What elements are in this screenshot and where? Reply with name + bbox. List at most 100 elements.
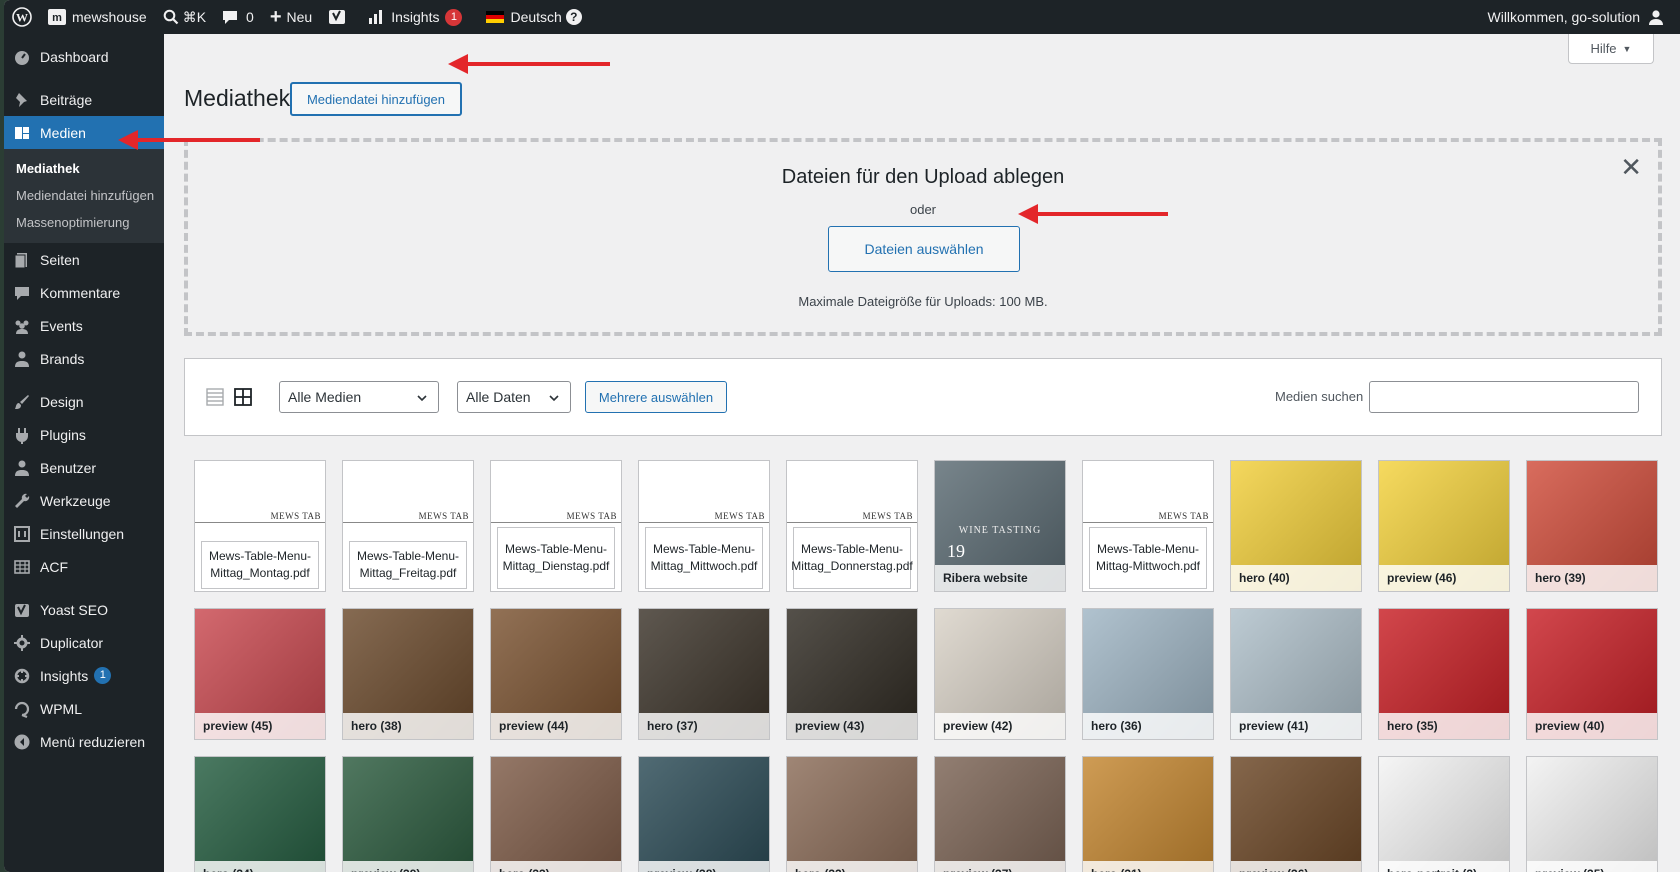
media-item[interactable]: hero (35)	[1378, 608, 1510, 740]
media-item[interactable]: preview (40)	[1526, 608, 1658, 740]
media-item[interactable]: MEWS TAB Mews-Table-Menu-Mittag_Dienstag…	[490, 460, 622, 592]
media-item-title: hero (37)	[639, 713, 769, 739]
sidebar-item-insights[interactable]: Insights 1	[4, 659, 164, 692]
add-media-button[interactable]: Mediendatei hinzufügen	[290, 82, 462, 116]
media-item[interactable]: preview (39)	[342, 756, 474, 872]
select-files-button[interactable]: Dateien auswählen	[828, 226, 1020, 272]
media-item-title: hero (34)	[195, 861, 325, 872]
sidebar-item-acf[interactable]: ACF	[4, 550, 164, 583]
sidebar-item-label: Seiten	[40, 251, 80, 268]
submenu-item[interactable]: Mediathek	[4, 155, 164, 182]
help-tab-label: Hilfe	[1590, 41, 1617, 56]
account-menu[interactable]: Willkommen, go-solution	[1480, 0, 1680, 34]
site-home-icon: m	[48, 9, 66, 25]
comments-link[interactable]: 0	[214, 0, 262, 34]
sidebar-item-dashboard[interactable]: Dashboard	[4, 40, 164, 73]
sidebar-item-werkzeuge[interactable]: Werkzeuge	[4, 484, 164, 517]
help-circle-icon: ?	[565, 9, 582, 25]
media-item[interactable]: MEWS TAB Mews-Table-Menu-Mittag_Montag.p…	[194, 460, 326, 592]
sidebar-item-label: Brands	[40, 350, 85, 367]
media-item-filename: Mews-Table-Menu-Mittag-Mittwoch.pdf	[1089, 527, 1207, 589]
media-item[interactable]: hero (36)	[1082, 608, 1214, 740]
new-content-link[interactable]: + Neu	[262, 0, 320, 34]
media-item[interactable]: preview (36)	[1230, 756, 1362, 872]
upload-or-text: oder	[909, 202, 937, 217]
media-item[interactable]: preview (41)	[1230, 608, 1362, 740]
media-type-filter[interactable]: Alle Medien	[279, 381, 439, 413]
sidebar-item-label: WPML	[40, 700, 82, 717]
media-item[interactable]: hero (38)	[342, 608, 474, 740]
sidebar-item-beiträge[interactable]: Beiträge	[4, 83, 164, 116]
list-view-icon[interactable]	[205, 387, 225, 407]
media-item-title: preview (41)	[1231, 713, 1361, 739]
site-name-link[interactable]: m mewshouse	[40, 0, 155, 34]
grid-view-icon[interactable]	[233, 387, 253, 407]
svg-text:m: m	[52, 12, 62, 24]
media-item-title: hero (33)	[491, 861, 621, 872]
sidebar-item-seiten[interactable]: Seiten	[4, 243, 164, 276]
media-item[interactable]: preview (45)	[194, 608, 326, 740]
collapse-icon	[13, 733, 31, 751]
media-item[interactable]: MEWS TAB Mews-Table-Menu-Mittag_Mittwoch…	[638, 460, 770, 592]
groups-icon	[13, 317, 31, 335]
insights-link[interactable]: Insights 1	[354, 0, 470, 34]
sidebar-item-einstellungen[interactable]: Einstellungen	[4, 517, 164, 550]
submenu-item[interactable]: Massenoptimierung	[4, 209, 164, 236]
media-item[interactable]: preview (35)	[1526, 756, 1658, 872]
media-item[interactable]: preview (44)	[490, 608, 622, 740]
command-search[interactable]: ⌘K	[155, 0, 214, 34]
media-item[interactable]: preview (46)	[1378, 460, 1510, 592]
sidebar-item-events[interactable]: Events	[4, 309, 164, 342]
new-label: Neu	[286, 9, 313, 25]
media-item[interactable]: MEWS TAB Mews-Table-Menu-Mittag-Mittwoch…	[1082, 460, 1214, 592]
sidebar-item-label: Yoast SEO	[40, 601, 108, 618]
media-item[interactable]: hero (33)	[490, 756, 622, 872]
sidebar-item-kommentare[interactable]: Kommentare	[4, 276, 164, 309]
sidebar-item-wpml[interactable]: WPML	[4, 692, 164, 725]
sidebar-item-medien[interactable]: Medien	[4, 116, 164, 149]
media-search-input[interactable]	[1369, 381, 1639, 413]
media-item[interactable]: preview (43)	[786, 608, 918, 740]
media-item[interactable]: hero (31)	[1082, 756, 1214, 872]
yoast-adminbar-icon[interactable]	[320, 0, 354, 34]
sidebar-item-duplicator[interactable]: Duplicator	[4, 626, 164, 659]
media-item[interactable]: preview (38)	[638, 756, 770, 872]
media-item[interactable]: MEWS TAB Mews-Table-Menu-Mittag_Freitag.…	[342, 460, 474, 592]
sidebar-item-label: Beiträge	[40, 91, 93, 108]
wordpress-logo-icon[interactable]: W	[4, 0, 40, 34]
media-item[interactable]: preview (37)	[934, 756, 1066, 872]
media-item[interactable]: hero (32)	[786, 756, 918, 872]
media-item[interactable]: hero (37)	[638, 608, 770, 740]
upload-dropzone[interactable]: ✕ Dateien für den Upload ablegen oder Da…	[184, 138, 1662, 336]
bar-chart-icon	[369, 10, 383, 24]
media-item[interactable]: hero (40)	[1230, 460, 1362, 592]
media-item[interactable]: WINE TASTING 19 Ribera website	[934, 460, 1066, 592]
media-toolbar: Alle Medien Alle Daten Mehrere auswählen…	[184, 358, 1662, 436]
user-icon	[13, 350, 31, 368]
bulk-select-button[interactable]: Mehrere auswählen	[585, 381, 727, 413]
sidebar-item-design[interactable]: Design	[4, 385, 164, 418]
media-item[interactable]: hero (39)	[1526, 460, 1658, 592]
media-item[interactable]: hero (34)	[194, 756, 326, 872]
media-item-filename: Mews-Table-Menu-Mittag_Freitag.pdf	[349, 541, 467, 589]
german-flag-icon	[486, 11, 505, 23]
media-item[interactable]: hero-portrait (2)	[1378, 756, 1510, 872]
wrench-icon	[13, 492, 31, 510]
language-switcher[interactable]: Deutsch ?	[470, 0, 589, 34]
media-item[interactable]: preview (42)	[934, 608, 1066, 740]
sidebar-item-benutzer[interactable]: Benutzer	[4, 451, 164, 484]
date-filter[interactable]: Alle Daten	[457, 381, 571, 413]
max-upload-size: Maximale Dateigröße für Uploads: 100 MB.	[798, 294, 1048, 309]
submenu-item[interactable]: Mediendatei hinzufügen	[4, 182, 164, 209]
media-thumbnail	[1379, 757, 1509, 872]
site-name: mewshouse	[72, 9, 147, 25]
media-item[interactable]: MEWS TAB Mews-Table-Menu-Mittag_Donnerst…	[786, 460, 918, 592]
sidebar-item-plugins[interactable]: Plugins	[4, 418, 164, 451]
sidebar-item-label: Menü reduzieren	[40, 733, 146, 750]
sidebar-item-menü-reduzieren[interactable]: Menü reduzieren	[4, 725, 164, 758]
media-item-title: preview (37)	[935, 861, 1065, 872]
sidebar-item-yoast-seo[interactable]: Yoast SEO	[4, 593, 164, 626]
admin-bar: W m mewshouse ⌘K 0 + Neu Insights 1 Deut…	[4, 0, 1680, 34]
sidebar-item-brands[interactable]: Brands	[4, 342, 164, 375]
help-tab-button[interactable]: Hilfe ▼	[1568, 34, 1654, 64]
